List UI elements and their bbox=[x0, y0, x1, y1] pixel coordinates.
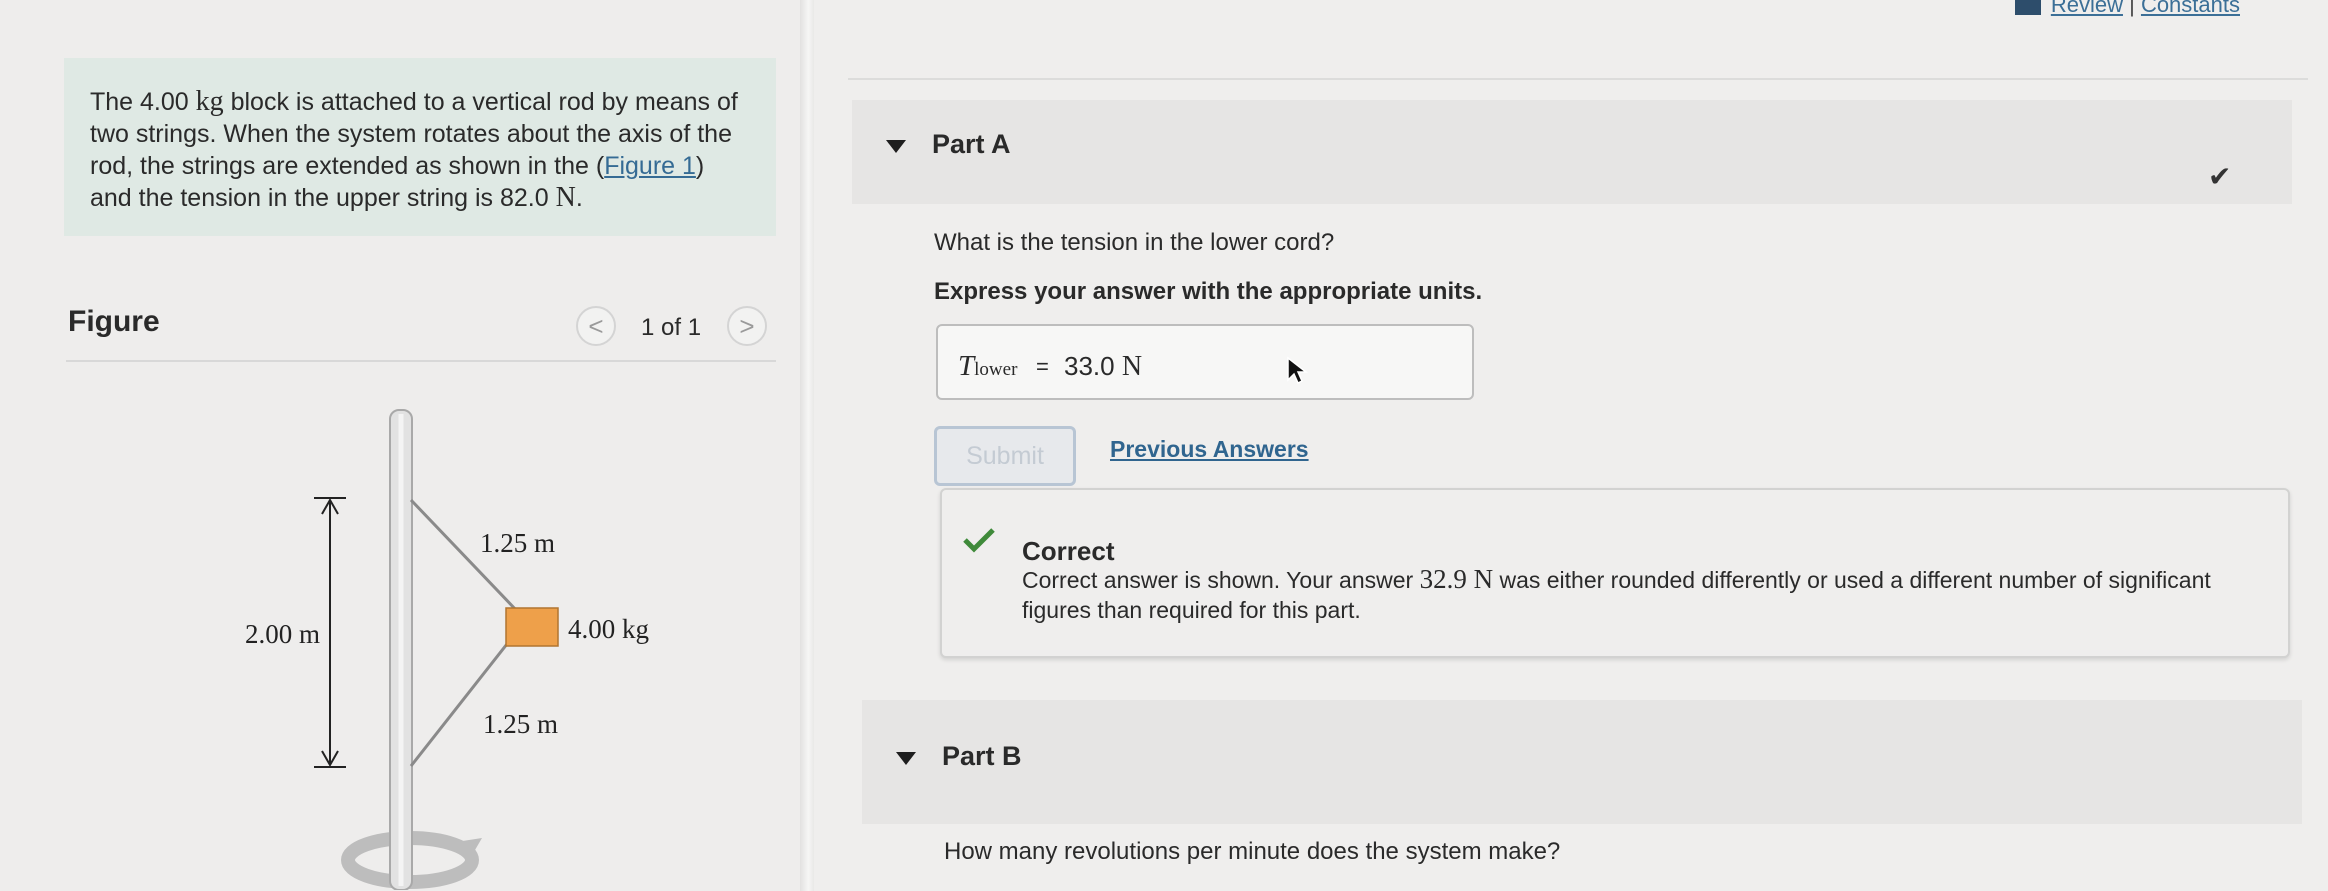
figure-pager: 1 of 1 bbox=[641, 314, 702, 341]
previous-answers-link[interactable]: Previous Answers bbox=[1110, 436, 1309, 463]
problem-mass-unit: kg bbox=[195, 86, 224, 117]
figure-next-button[interactable]: > bbox=[727, 306, 767, 346]
feedback-your-answer: 32.9 N bbox=[1419, 564, 1494, 594]
left-panel: The 4.00 kg block is attached to a verti… bbox=[0, 0, 806, 891]
part-b-question: How many revolutions per minute does the… bbox=[944, 838, 1561, 865]
checkmark-icon bbox=[963, 528, 995, 553]
top-divider bbox=[848, 78, 2308, 80]
answer-unit: N bbox=[1121, 351, 1143, 382]
part-a-question: What is the tension in the lower cord? bbox=[934, 229, 1335, 256]
constants-link[interactable]: Constants bbox=[2141, 0, 2240, 17]
problem-mass-value: 4.00 bbox=[140, 88, 189, 116]
header-links: Review | Constants bbox=[2014, 0, 2240, 18]
figure-diagram: 1.25 m 1.25 m 2.00 m 4.00 kg bbox=[245, 409, 649, 890]
part-a-instruction: Express your answer with the appropriate… bbox=[934, 278, 1483, 305]
part-a-label: Part A bbox=[932, 129, 1011, 159]
upper-string-label: 1.25 m bbox=[480, 528, 555, 558]
part-b-header[interactable]: Part B bbox=[862, 700, 2302, 824]
checkmark-icon: ✔ bbox=[2208, 161, 2232, 192]
problem-tension-value: 82.0 bbox=[500, 184, 549, 212]
column-divider bbox=[800, 0, 814, 891]
height-label: 2.00 m bbox=[245, 619, 320, 649]
figure-title: Figure bbox=[68, 305, 160, 338]
figure-divider bbox=[66, 360, 776, 362]
answer-field[interactable]: Tlower = 33.0 N bbox=[936, 324, 1474, 400]
book-icon bbox=[2014, 0, 2041, 16]
problem-text-1: The bbox=[90, 88, 141, 116]
review-link[interactable]: Review bbox=[2051, 0, 2123, 17]
lower-string-label: 1.25 m bbox=[483, 709, 558, 739]
right-panel: Review | Constants Part A ✔ What is the … bbox=[814, 0, 2328, 891]
caret-down-icon bbox=[886, 140, 906, 153]
problem-statement: The 4.00 kg block is attached to a verti… bbox=[64, 58, 776, 236]
problem-tension-unit: N bbox=[555, 182, 576, 213]
answer-subscript: lower bbox=[974, 359, 1018, 380]
problem-end: . bbox=[575, 184, 583, 212]
caret-down-icon bbox=[896, 752, 916, 765]
answer-equals: = bbox=[1036, 354, 1049, 379]
mouse-cursor-icon bbox=[1287, 356, 1308, 385]
mass-label: 4.00 kg bbox=[568, 614, 649, 644]
mass-block bbox=[505, 607, 559, 647]
part-a-header[interactable]: Part A bbox=[852, 100, 2292, 204]
figure-prev-button[interactable]: < bbox=[576, 306, 616, 346]
figure-link[interactable]: Figure 1 bbox=[604, 152, 696, 180]
part-b-label: Part B bbox=[942, 741, 1022, 771]
lower-string bbox=[409, 629, 520, 767]
chevron-right-icon: > bbox=[739, 311, 755, 341]
feedback-title: Correct bbox=[1022, 536, 1115, 566]
chevron-left-icon: < bbox=[588, 311, 604, 341]
submit-button[interactable]: Submit bbox=[934, 426, 1076, 486]
answer-value: 33.0 N bbox=[1064, 351, 1143, 382]
feedback-message: Correct answer is shown. Your answer 32.… bbox=[1022, 564, 2211, 623]
header-separator: | bbox=[2129, 0, 2135, 17]
feedback-panel: Correct Correct answer is shown. Your an… bbox=[940, 488, 2290, 658]
answer-variable: Tlower bbox=[958, 350, 1018, 382]
